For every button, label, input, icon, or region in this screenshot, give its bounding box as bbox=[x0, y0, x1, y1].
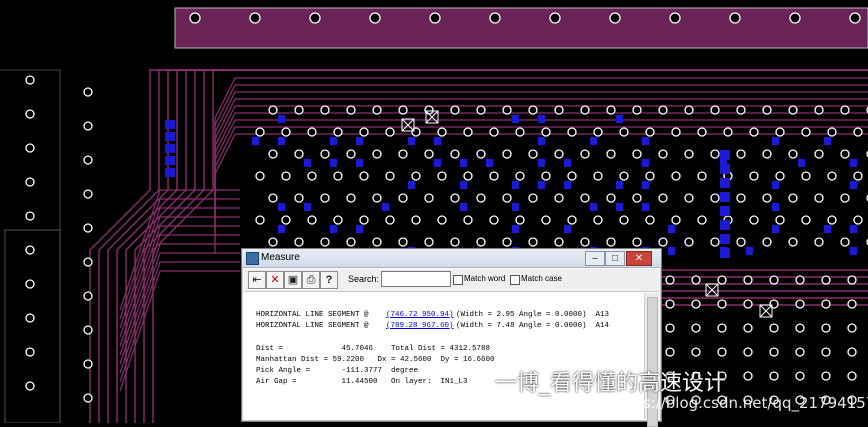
dialog-toolbar: ⇤ ✕ ▣ ⎙ ? Search: Match word Match case bbox=[244, 269, 659, 292]
maximize-button[interactable]: □ bbox=[605, 251, 625, 266]
search-input[interactable] bbox=[381, 271, 451, 287]
save-icon[interactable]: ▣ bbox=[284, 271, 302, 289]
match-case-label: Match case bbox=[521, 274, 562, 283]
segment2-info: (Width = 7.48 Angle = 0.0000) A14 bbox=[456, 322, 610, 330]
pin-icon[interactable]: ⇤ bbox=[248, 271, 266, 289]
match-word-checkbox[interactable] bbox=[453, 275, 463, 285]
close-button[interactable]: ✕ bbox=[626, 251, 652, 266]
help-icon[interactable]: ? bbox=[320, 271, 338, 289]
search-label: Search: bbox=[348, 274, 380, 284]
air-gap-line: Air Gap = 11.44500 On layer: IN1_L3 bbox=[256, 378, 468, 386]
minimize-button[interactable]: – bbox=[585, 251, 605, 266]
match-case-checkbox[interactable] bbox=[510, 275, 520, 285]
watermark-text: 一博_看得懂的高速设计 bbox=[495, 371, 727, 396]
segment1-label: HORIZONTAL LINE SEGMENT @ bbox=[256, 311, 369, 319]
measure-output: HORIZONTAL LINE SEGMENT @ (746.72 950.94… bbox=[244, 293, 643, 419]
pick-angle-line: Pick Angle = -111.3777 degree bbox=[256, 367, 419, 375]
dialog-title: Measure bbox=[261, 252, 300, 263]
segment1-info: (Width = 2.95 Angle = 0.0000) A13 bbox=[456, 311, 610, 319]
segment2-label: HORIZONTAL LINE SEGMENT @ bbox=[256, 322, 369, 330]
segment2-coords-link[interactable]: (789.28 967.60) bbox=[386, 322, 454, 330]
app-icon bbox=[246, 252, 259, 265]
match-word-label: Match word bbox=[464, 274, 506, 283]
print-icon[interactable]: ⎙ bbox=[302, 271, 320, 289]
dist-line: Dist = 45.7046 Total Dist = 4312.5788 bbox=[256, 345, 491, 353]
dialog-titlebar[interactable]: Measure – □ ✕ bbox=[242, 249, 661, 268]
watermark-url: https://blog.csdn.net/qq_21794157 bbox=[612, 394, 868, 412]
delete-icon[interactable]: ✕ bbox=[266, 271, 284, 289]
segment1-coords-link[interactable]: (746.72 950.94) bbox=[386, 311, 454, 319]
manhattan-line: Manhattan Dist = 59.2200 Dx = 42.5600 Dy… bbox=[256, 356, 495, 364]
